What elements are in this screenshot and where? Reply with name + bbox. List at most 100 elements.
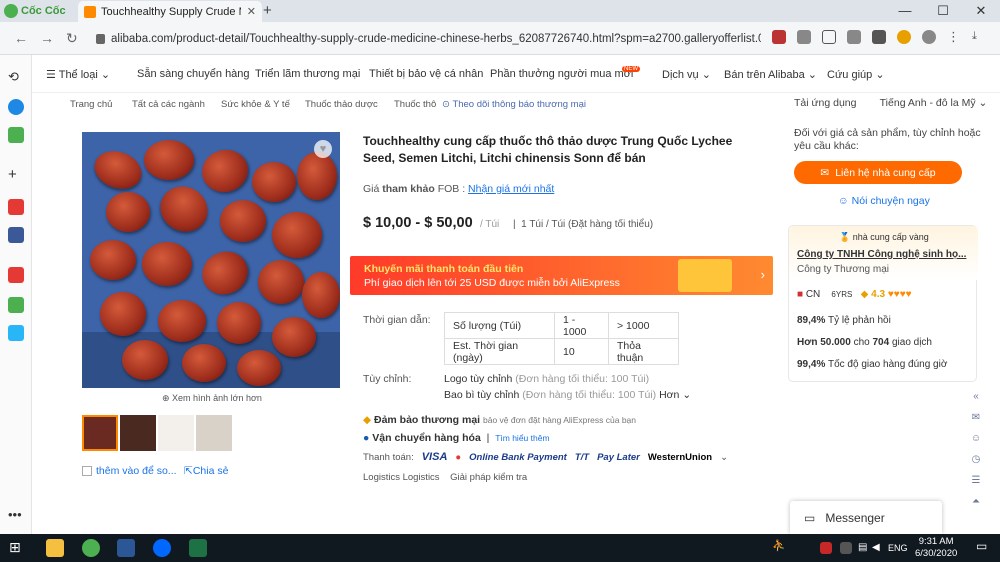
input-language[interactable]: ENG: [888, 543, 908, 553]
share-link[interactable]: ⇱Chia sẻ: [184, 465, 228, 477]
follow-trade-alert[interactable]: ⊙ Theo dõi thông báo thương mại: [442, 99, 586, 110]
checkbox-icon[interactable]: [82, 466, 92, 476]
thumbnail-4[interactable]: [196, 415, 232, 451]
coccoc-taskbar-icon[interactable]: [82, 539, 100, 557]
notification-icon[interactable]: ▭: [976, 539, 990, 557]
message-icon[interactable]: ✉: [972, 412, 980, 423]
translate-icon[interactable]: [797, 30, 811, 44]
close-tab-icon[interactable]: ✕: [247, 5, 256, 18]
nav-sell-on-alibaba[interactable]: Bán trên Alibaba ⌄: [724, 68, 817, 81]
forward-icon[interactable]: →: [40, 30, 54, 46]
mail-icon: ✉: [820, 166, 830, 179]
close-window-icon[interactable]: ✕: [962, 0, 1000, 22]
gift-icon: [678, 259, 732, 292]
vpn-icon[interactable]: [847, 30, 861, 44]
zalo-icon[interactable]: [153, 539, 171, 557]
table-cell: 10: [554, 338, 609, 365]
back-to-top-icon[interactable]: ⏶: [972, 496, 980, 507]
product-main-image[interactable]: ♥: [82, 132, 340, 388]
company-name-link[interactable]: Công ty TNHH Công nghệ sinh họ...: [797, 249, 966, 260]
chat-now-link[interactable]: ☺ Nói chuyện ngay: [838, 195, 930, 207]
breadcrumb-all-industries[interactable]: Tất cả các ngành: [132, 99, 205, 110]
nav-ppe[interactable]: Thiết bị bảo vệ cá nhân: [369, 68, 483, 80]
star-icon[interactable]: [822, 30, 836, 44]
reload-icon[interactable]: ↻: [66, 30, 78, 47]
games-icon[interactable]: [8, 127, 24, 143]
add-to-compare[interactable]: thêm vào để so...: [82, 465, 177, 477]
min-order: | 1 Túi / Túi (Đặt hàng tối thiểu): [513, 219, 654, 230]
categories-menu[interactable]: ☰ Thể loại ⌄: [46, 68, 110, 81]
coccoc-logo[interactable]: Cốc Cốc: [4, 3, 66, 19]
back-icon[interactable]: ←: [14, 30, 28, 46]
price-unit: / Túi: [480, 219, 500, 230]
logistics-link[interactable]: Logistics Logistics: [363, 472, 440, 483]
excel-icon[interactable]: [189, 539, 207, 557]
browser-tab[interactable]: Touchhealthy Supply Crude M ✕: [78, 1, 262, 22]
history-icon[interactable]: ⟲: [8, 69, 24, 85]
volume-icon[interactable]: ◀: [872, 542, 884, 554]
menu-icon[interactable]: ⋮: [947, 30, 961, 44]
chevron-down-icon[interactable]: ⌄: [720, 452, 728, 463]
list-icon[interactable]: ☰: [972, 475, 981, 486]
messenger-bar[interactable]: ▭ Messenger: [790, 501, 942, 534]
shield-extension-icon[interactable]: [772, 30, 786, 44]
assurance-icon: ◆: [363, 414, 372, 426]
tray-app2-icon[interactable]: [840, 542, 852, 554]
nav-services[interactable]: Dịch vụ ⌄: [662, 68, 711, 81]
people-icon[interactable]: ⛹: [772, 539, 786, 557]
add-icon[interactable]: +: [8, 167, 24, 183]
customization-label: Tùy chỉnh:: [363, 373, 412, 385]
network-icon[interactable]: ▤: [858, 542, 870, 554]
thumbnail-3[interactable]: [158, 415, 194, 451]
coccoc-extension-icon[interactable]: [897, 30, 911, 44]
minimize-icon[interactable]: —: [886, 0, 924, 22]
avatar-icon[interactable]: ☺: [971, 433, 981, 444]
url-field[interactable]: alibaba.com/product-detail/Touchhealthy-…: [96, 28, 766, 49]
thumbnail-2[interactable]: [120, 415, 156, 451]
nav-trade-shows[interactable]: Triển lãm thương mại: [255, 68, 360, 80]
more-icon[interactable]: •••: [8, 507, 24, 523]
learn-more-link[interactable]: Tìm hiểu thêm: [495, 433, 549, 443]
thumbnail-1[interactable]: [82, 415, 118, 451]
thumbnail-strip: [82, 415, 232, 451]
breadcrumb-home[interactable]: Trang chủ: [70, 99, 112, 110]
nav-ready-to-ship[interactable]: Sẵn sàng chuyển hàng: [137, 68, 250, 80]
breadcrumb-health[interactable]: Sức khỏe & Y tế: [221, 99, 290, 110]
breadcrumb-crude[interactable]: Thuốc thô: [394, 99, 436, 110]
file-explorer-icon[interactable]: [46, 539, 64, 557]
alibaba-favicon-icon: [84, 5, 96, 18]
maximize-icon[interactable]: ☐: [924, 0, 962, 22]
new-tab-icon[interactable]: +: [263, 2, 272, 19]
contact-supplier-button[interactable]: ✉ Liên hệ nhà cung cấp: [794, 161, 962, 184]
lead-time-label: Thời gian dẫn:: [363, 314, 431, 326]
on-time-delivery: 99,4% Tốc độ giao hàng đúng giờ: [797, 359, 948, 370]
word-icon[interactable]: [117, 539, 135, 557]
breadcrumb-herbal[interactable]: Thuốc thảo dược: [305, 99, 378, 110]
shopee-icon[interactable]: [8, 267, 24, 283]
system-clock[interactable]: 9:31 AM 6/30/2020: [915, 536, 957, 560]
download-app-link[interactable]: Tải ứng dụng: [794, 97, 857, 109]
logistics: Logistics Logistics Giải pháp kiểm tra: [363, 472, 527, 483]
account-icon[interactable]: [922, 30, 936, 44]
collapse-icon[interactable]: «: [973, 391, 979, 402]
messenger-icon[interactable]: [8, 99, 24, 115]
favorite-heart-icon[interactable]: ♥: [314, 140, 332, 158]
view-larger-link[interactable]: ⊕ Xem hình ảnh lớn hơn: [162, 393, 262, 404]
get-latest-price-link[interactable]: Nhận giá mới nhất: [468, 183, 554, 195]
facebook-icon[interactable]: [8, 227, 24, 243]
game-app-icon[interactable]: [8, 297, 24, 313]
language-selector[interactable]: Tiếng Anh - đô la Mỹ: [880, 97, 976, 109]
more-link[interactable]: Hơn: [659, 389, 679, 401]
windows-start-icon[interactable]: ⊞: [9, 539, 27, 557]
tray-app-icon[interactable]: [820, 542, 832, 554]
table-cell: Số lượng (Túi): [444, 312, 555, 339]
nav-new-buyer-rewards[interactable]: Phần thưởng người mua mới: [490, 68, 633, 80]
header-right: Tải ứng dụng Tiếng Anh - đô la Mỹ ⌄: [794, 97, 988, 109]
youtube-icon[interactable]: [8, 199, 24, 215]
download-page-icon[interactable]: [872, 30, 886, 44]
history-clock-icon[interactable]: ◷: [972, 454, 981, 465]
downloads-icon[interactable]: ⤓: [972, 30, 986, 44]
nav-help[interactable]: Cứu giúp ⌄: [827, 68, 885, 81]
inspection-link[interactable]: Giải pháp kiểm tra: [450, 472, 527, 483]
sale-icon[interactable]: [8, 325, 24, 341]
